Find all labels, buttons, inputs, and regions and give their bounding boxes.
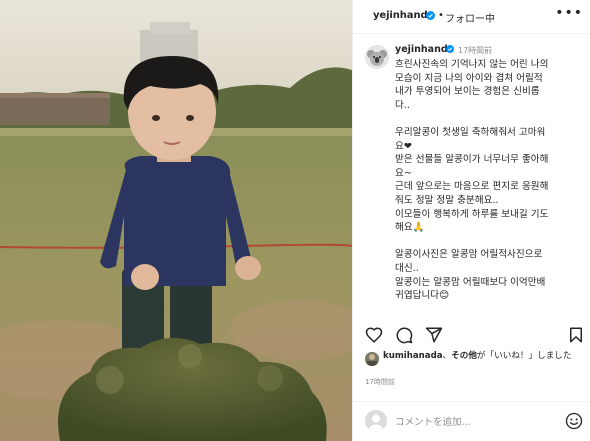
caption-timestamp[interactable]: 17時間前 bbox=[458, 45, 492, 56]
child-photo-illustration bbox=[0, 0, 352, 441]
current-user-avatar bbox=[365, 410, 387, 432]
header-username-link[interactable]: yejinhand bbox=[373, 10, 428, 21]
post-details-panel: yejinhand • フォロー中 ••• yejinhand 17時間前 흐린… bbox=[352, 0, 590, 441]
caption-line: 흐린사진속의 기억나지 않는 어린 나의 bbox=[395, 59, 549, 70]
caption-line: 다.. bbox=[395, 99, 410, 111]
caption-line: 근데 앞으로는 마음으로 편지로 응원해 bbox=[395, 181, 549, 193]
header-separator: • bbox=[438, 10, 444, 21]
emoji-smile-icon[interactable] bbox=[565, 412, 583, 430]
caption-line: 모습이 지금 나의 아이와 겹쳐 어릴적 bbox=[395, 72, 543, 84]
paper-plane-icon[interactable] bbox=[425, 326, 443, 344]
liker-avatar[interactable] bbox=[365, 352, 379, 366]
caption-line: 이모들이 행복하게 하루를 보내길 기도 bbox=[395, 208, 549, 220]
likes-others-link[interactable]: その他 bbox=[451, 351, 477, 361]
koala-avatar-icon bbox=[365, 45, 389, 69]
likes-text: kumihanada、その他が「いいね！」しました bbox=[383, 350, 589, 362]
caption-line: 내가 투영되어 보이는 경험은 신비롭 bbox=[395, 86, 540, 98]
caption-line: 요~ bbox=[395, 167, 412, 179]
likes-connector: 、 bbox=[442, 351, 452, 361]
bookmark-icon[interactable] bbox=[567, 326, 585, 344]
caption-line: 대신.. bbox=[395, 262, 419, 274]
comment-bubble-icon[interactable] bbox=[395, 326, 413, 344]
verified-badge-icon bbox=[446, 45, 454, 53]
caption-line: 우리알콩이 첫생일 축하해줘서 고마워 bbox=[395, 126, 546, 138]
caption-section: yejinhand 17時間前 흐린사진속의 기억나지 않는 어린 나의모습이 … bbox=[353, 35, 590, 315]
liker-avatar-image bbox=[365, 352, 379, 366]
comment-input[interactable]: コメントを追加... bbox=[395, 414, 471, 428]
caption-avatar[interactable] bbox=[365, 45, 389, 69]
post-header: yejinhand • フォロー中 ••• bbox=[353, 0, 590, 34]
heart-icon[interactable] bbox=[365, 326, 383, 344]
caption-line: 요❤ bbox=[395, 140, 412, 152]
caption-line: 알콩이사진은 알콩맘 어릴적사진으로 bbox=[395, 249, 543, 261]
liker-username-link[interactable]: kumihanada bbox=[383, 351, 443, 361]
following-button[interactable]: フォロー中 bbox=[445, 10, 495, 25]
post-timestamp[interactable]: 17時間前 bbox=[365, 377, 395, 387]
comment-box: コメントを追加... bbox=[353, 401, 590, 441]
caption-line: 알콩이는 알콩맘 어릴때보다 이억만배 bbox=[395, 276, 546, 288]
caption-text: 흐린사진속의 기억나지 않는 어린 나의모습이 지금 나의 아이와 겹쳐 어릴적… bbox=[395, 58, 585, 303]
post-photo[interactable] bbox=[0, 0, 352, 441]
verified-badge-icon bbox=[426, 11, 435, 20]
caption-line: 줘도 정말 정말 충분해요.. bbox=[395, 194, 499, 206]
caption-line: 해요🙏 bbox=[395, 222, 425, 234]
action-bar bbox=[353, 320, 590, 348]
default-avatar-icon bbox=[365, 410, 387, 432]
caption-line: 받은 선물들 알콩이가 너무너무 좋아해 bbox=[395, 154, 549, 166]
likes-suffix: が「いいね！」しました bbox=[476, 351, 572, 361]
caption-line: 귀엽답니다😊 bbox=[395, 290, 450, 302]
caption-username-link[interactable]: yejinhand bbox=[395, 44, 448, 55]
more-options-icon[interactable]: ••• bbox=[555, 6, 583, 20]
